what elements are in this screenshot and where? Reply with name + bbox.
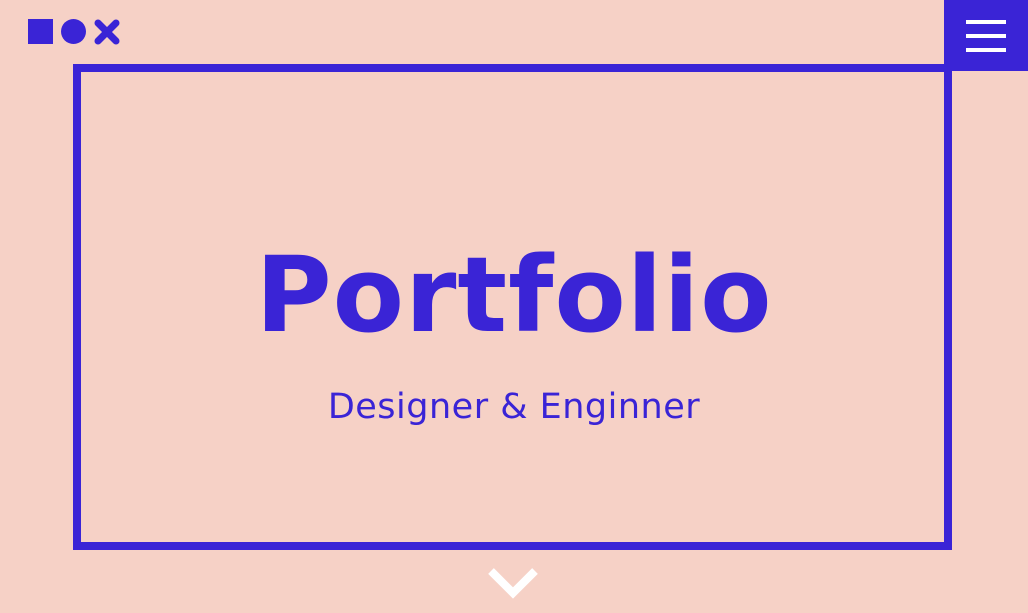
hamburger-menu-icon[interactable] bbox=[944, 0, 1028, 71]
menu-bar bbox=[966, 33, 1006, 38]
page-subtitle: Designer & Enginner bbox=[327, 387, 701, 427]
logo[interactable] bbox=[28, 19, 120, 44]
circle-icon bbox=[61, 19, 86, 44]
page-title: Portfolio bbox=[255, 234, 773, 356]
chevron-down-icon[interactable] bbox=[487, 566, 539, 600]
square-icon bbox=[28, 19, 53, 44]
x-icon bbox=[94, 19, 120, 44]
menu-bar bbox=[966, 19, 1006, 24]
menu-bar bbox=[966, 47, 1006, 52]
